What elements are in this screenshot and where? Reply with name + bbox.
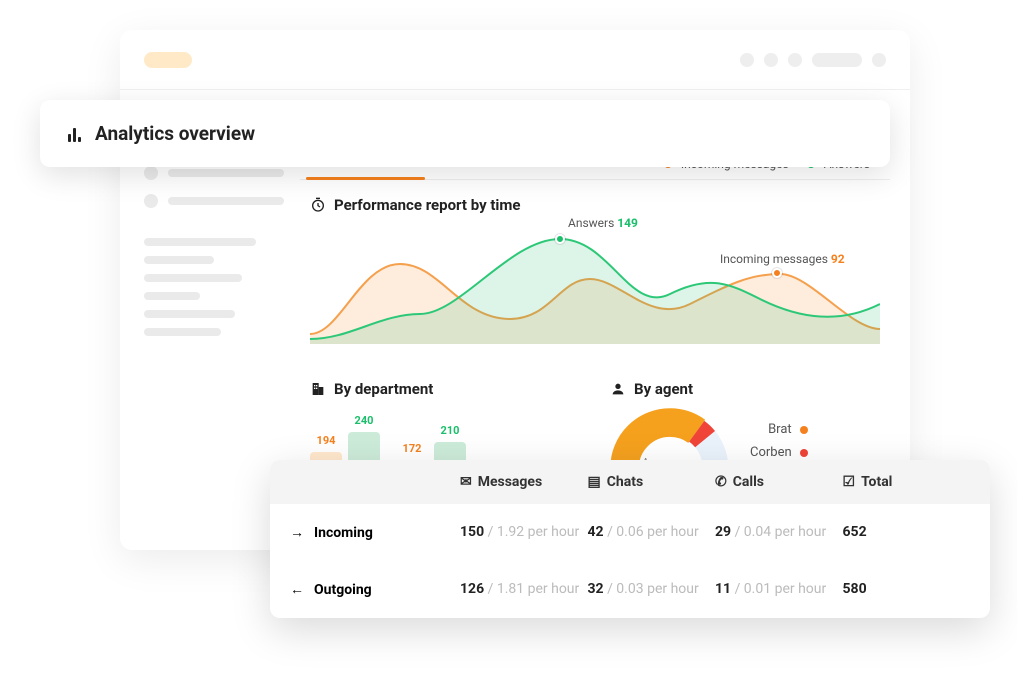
cell-outgoing-chats: 32 / 0.03 per hour xyxy=(588,581,716,598)
row-label-outgoing: ← Outgoing xyxy=(290,581,460,598)
dot-icon xyxy=(800,426,808,434)
browser-controls xyxy=(740,53,886,67)
incoming-peak-dot xyxy=(772,268,782,278)
row-outgoing: ← Outgoing 126 / 1.81 per hour 32 / 0.03… xyxy=(270,561,990,618)
cell-outgoing-total: 580 xyxy=(843,581,971,598)
dot-icon xyxy=(800,449,808,457)
arrow-right-icon: → xyxy=(290,524,304,541)
stats-header: ✉ Messages ▤ Chats ✆ Calls ☑ Total xyxy=(270,460,990,504)
col-messages: ✉ Messages xyxy=(460,474,588,490)
row-incoming: → Incoming 150 / 1.92 per hour 42 / 0.06… xyxy=(270,504,990,561)
answers-peak-dot xyxy=(555,234,565,244)
building-icon xyxy=(310,381,326,397)
envelope-icon: ✉ xyxy=(460,474,472,490)
agent-title: By agent xyxy=(610,380,870,398)
analytics-icon xyxy=(68,126,81,142)
page-title: Analytics overview xyxy=(95,122,255,145)
browser-bar xyxy=(120,30,910,90)
cell-incoming-messages: 150 / 1.92 per hour xyxy=(460,524,588,541)
person-icon xyxy=(610,381,626,397)
col-chats: ▤ Chats xyxy=(588,474,716,490)
row-label-incoming: → Incoming xyxy=(290,524,460,541)
arrow-left-icon: ← xyxy=(290,581,304,598)
department-title: By department xyxy=(310,380,570,398)
performance-chart: Answers 149 Incoming messages 92 xyxy=(310,224,880,344)
cell-outgoing-calls: 11 / 0.01 per hour xyxy=(715,581,843,598)
stats-card: ✉ Messages ▤ Chats ✆ Calls ☑ Total → Inc… xyxy=(270,460,990,618)
phone-icon: ✆ xyxy=(715,474,727,490)
performance-title: Performance report by time xyxy=(310,196,880,214)
answers-peak-label: Answers 149 xyxy=(568,216,638,230)
cell-outgoing-messages: 126 / 1.81 per hour xyxy=(460,581,588,598)
cell-incoming-total: 652 xyxy=(843,524,971,541)
cell-incoming-calls: 29 / 0.04 per hour xyxy=(715,524,843,541)
col-total: ☑ Total xyxy=(843,474,971,490)
agent-legend-item[interactable]: Corben xyxy=(750,445,808,460)
cell-incoming-chats: 42 / 0.06 per hour xyxy=(588,524,716,541)
clock-icon xyxy=(310,197,326,213)
page-header-card: Analytics overview xyxy=(40,100,890,167)
agent-legend-item[interactable]: Brat xyxy=(750,422,808,437)
incoming-peak-label: Incoming messages 92 xyxy=(720,252,845,266)
col-calls: ✆ Calls xyxy=(715,474,843,490)
check-badge-icon: ☑ xyxy=(843,474,856,490)
chat-icon: ▤ xyxy=(588,474,601,490)
browser-url-pill xyxy=(144,52,192,68)
